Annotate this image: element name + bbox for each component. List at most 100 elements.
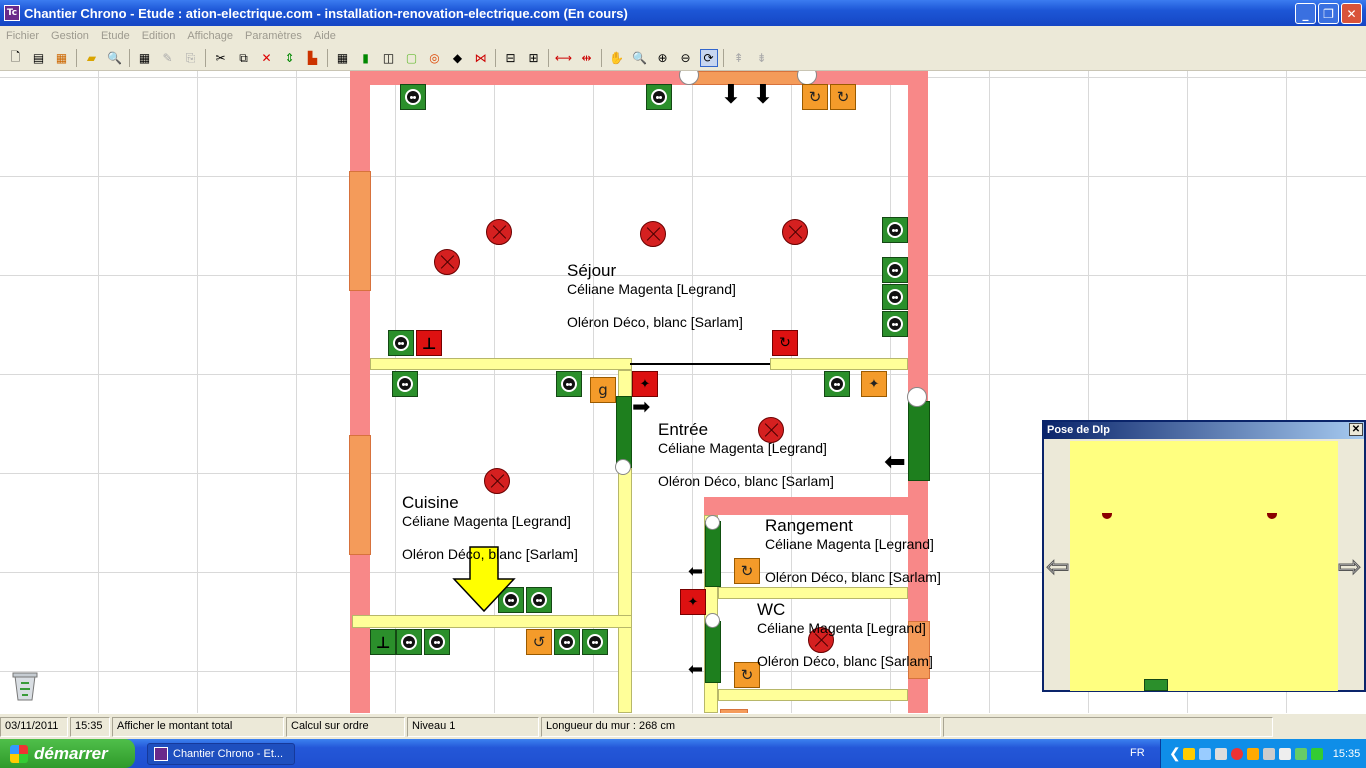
wall-icon[interactable]: ◫ bbox=[380, 49, 398, 67]
room-label-rangement[interactable]: Rangement Céliane Magenta [Legrand] Olér… bbox=[765, 516, 941, 585]
switch-t-device[interactable]: ⊥ bbox=[416, 330, 442, 356]
signal-icon[interactable] bbox=[1310, 747, 1323, 760]
socket-device[interactable] bbox=[824, 371, 850, 397]
socket-device[interactable] bbox=[882, 217, 908, 243]
minimize-button[interactable]: _ bbox=[1295, 3, 1316, 24]
copy-icon[interactable]: ⧉ bbox=[235, 49, 253, 67]
new-icon[interactable]: 🗋 bbox=[7, 49, 25, 67]
panel-prev-arrow-icon[interactable]: ⇦ bbox=[1045, 550, 1069, 584]
panel-close-button[interactable]: ✕ bbox=[1349, 423, 1363, 436]
socket-device[interactable] bbox=[388, 330, 414, 356]
door-rangement[interactable] bbox=[705, 521, 721, 587]
socket-device[interactable] bbox=[396, 629, 422, 655]
sync-icon[interactable] bbox=[1214, 747, 1227, 760]
switch-device[interactable]: ✦ bbox=[680, 589, 706, 615]
partition-wc-bottom[interactable] bbox=[718, 689, 908, 701]
switch-t-device[interactable]: ⊥ bbox=[370, 629, 396, 655]
maximize-button[interactable]: ❐ bbox=[1318, 3, 1339, 24]
calculator-icon[interactable]: ▦ bbox=[136, 49, 154, 67]
ceiling-light[interactable] bbox=[486, 219, 512, 245]
partition-wc-top[interactable] bbox=[718, 587, 908, 599]
document-icon[interactable]: ▤ bbox=[30, 49, 48, 67]
grid-icon[interactable]: ▦ bbox=[334, 49, 352, 67]
report-icon[interactable]: ▦ bbox=[53, 49, 71, 67]
delete-icon[interactable]: ✕ bbox=[258, 49, 276, 67]
status-show-total[interactable]: Afficher le montant total bbox=[112, 716, 284, 737]
partition-sejour[interactable] bbox=[370, 358, 632, 370]
dimension-icon[interactable]: ⟷ bbox=[555, 49, 573, 67]
antivirus-icon[interactable] bbox=[1230, 747, 1243, 760]
move-vertical-icon[interactable]: ⇕ bbox=[281, 49, 299, 67]
start-button[interactable]: démarrer bbox=[0, 739, 135, 768]
rectangle-icon[interactable]: ▢ bbox=[403, 49, 421, 67]
menu-parametres[interactable]: Paramètres bbox=[239, 30, 308, 42]
socket-device[interactable] bbox=[424, 629, 450, 655]
socket-device[interactable] bbox=[556, 371, 582, 397]
align-icon[interactable]: ⊟ bbox=[502, 49, 520, 67]
speaker-icon[interactable] bbox=[1278, 747, 1291, 760]
menu-gestion[interactable]: Gestion bbox=[45, 30, 95, 42]
switch-device[interactable]: ↺ bbox=[526, 629, 552, 655]
bed-icon[interactable]: ▙ bbox=[304, 49, 322, 67]
room-label-cuisine[interactable]: Cuisine Céliane Magenta [Legrand] Oléron… bbox=[402, 493, 578, 562]
socket-device[interactable] bbox=[882, 257, 908, 283]
wall-top[interactable] bbox=[350, 71, 928, 85]
zoom-out-icon[interactable]: ⊖ bbox=[677, 49, 695, 67]
copy-props-icon[interactable]: ⎘ bbox=[182, 49, 200, 67]
edit-icon[interactable]: ✎ bbox=[159, 49, 177, 67]
partition-sejour-right[interactable] bbox=[770, 358, 908, 370]
stretch-icon[interactable]: ⋈ bbox=[472, 49, 490, 67]
ceiling-light[interactable] bbox=[484, 468, 510, 494]
socket-device[interactable] bbox=[882, 311, 908, 337]
socket-device[interactable] bbox=[646, 84, 672, 110]
refresh-zoom-icon[interactable]: ⟳ bbox=[699, 49, 718, 67]
shield-icon[interactable] bbox=[1182, 747, 1195, 760]
menu-affichage[interactable]: Affichage bbox=[181, 30, 239, 42]
align2-icon[interactable]: ⊞ bbox=[525, 49, 543, 67]
switch-device[interactable]: ↻ bbox=[802, 84, 828, 110]
window-top[interactable] bbox=[692, 71, 808, 85]
room-label-entree[interactable]: Entrée Céliane Magenta [Legrand] Oléron … bbox=[658, 420, 834, 489]
socket-device[interactable] bbox=[526, 587, 552, 613]
window-left-1[interactable] bbox=[349, 171, 371, 291]
door-right[interactable] bbox=[908, 401, 930, 481]
chat-icon[interactable] bbox=[1246, 747, 1259, 760]
room-label-sejour[interactable]: Séjour Céliane Magenta [Legrand] Oléron … bbox=[567, 261, 743, 330]
cut-icon[interactable]: ✂ bbox=[212, 49, 230, 67]
door-entree[interactable] bbox=[616, 396, 632, 468]
partition-cuisine[interactable] bbox=[352, 615, 632, 628]
usb-icon[interactable] bbox=[1294, 747, 1307, 760]
menu-aide[interactable]: Aide bbox=[308, 30, 342, 42]
recycle-bin-icon[interactable] bbox=[10, 670, 40, 702]
chevron-left-icon[interactable]: ❮ bbox=[1169, 745, 1181, 762]
menu-edition[interactable]: Edition bbox=[136, 30, 182, 42]
ceiling-light[interactable] bbox=[782, 219, 808, 245]
wall-rangement-top[interactable] bbox=[704, 497, 928, 515]
circle-shape-icon[interactable]: ◎ bbox=[426, 49, 444, 67]
status-calc[interactable]: Calcul sur ordre bbox=[286, 716, 405, 737]
switch-device[interactable]: ↻ bbox=[772, 330, 798, 356]
switch-device[interactable]: g bbox=[590, 377, 616, 403]
print-preview-icon[interactable]: 🔍 bbox=[106, 49, 124, 67]
level-down-icon[interactable]: ⇟ bbox=[753, 49, 771, 67]
taskbar-item-chantier[interactable]: Chantier Chrono - Et... bbox=[147, 742, 295, 765]
fill-icon[interactable]: ◆ bbox=[449, 49, 467, 67]
door-wc-side[interactable] bbox=[705, 621, 721, 683]
switch-device[interactable]: ✦ bbox=[632, 371, 658, 397]
switch-device[interactable]: ✦ bbox=[861, 371, 887, 397]
ceiling-light[interactable] bbox=[434, 249, 460, 275]
network-icon[interactable] bbox=[1198, 747, 1211, 760]
level-up-icon[interactable]: ⇞ bbox=[730, 49, 748, 67]
close-button[interactable]: ✕ bbox=[1341, 3, 1362, 24]
socket-device[interactable] bbox=[554, 629, 580, 655]
zoom-icon[interactable]: 🔍 bbox=[631, 49, 649, 67]
room-label-wc[interactable]: WC Céliane Magenta [Legrand] Oléron Déco… bbox=[757, 600, 933, 669]
open-folder-icon[interactable]: ▰ bbox=[83, 49, 101, 67]
panel-wall-view[interactable] bbox=[1070, 441, 1338, 691]
switch-device[interactable]: ↻ bbox=[734, 558, 760, 584]
ceiling-light[interactable] bbox=[640, 221, 666, 247]
language-indicator[interactable]: FR bbox=[1130, 747, 1145, 759]
menu-fichier[interactable]: Fichier bbox=[0, 30, 45, 42]
measure-icon[interactable]: ⇹ bbox=[578, 49, 596, 67]
socket-device[interactable] bbox=[400, 84, 426, 110]
